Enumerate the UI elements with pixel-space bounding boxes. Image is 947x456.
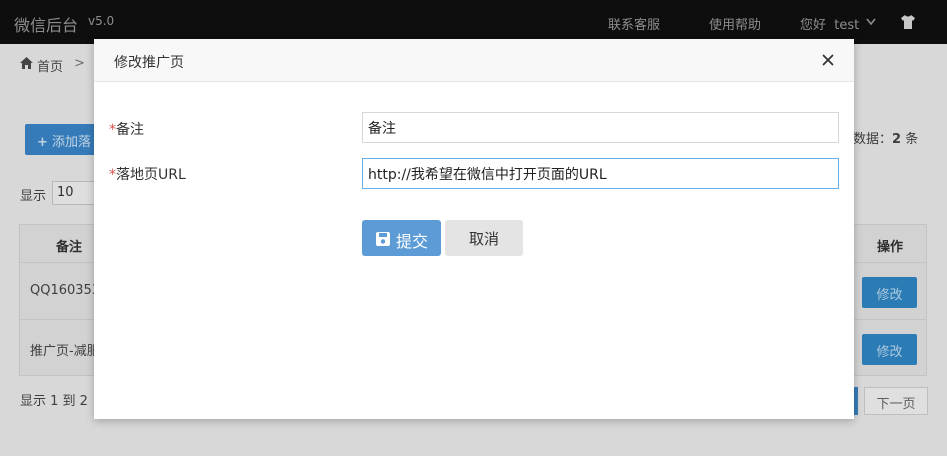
submit-label: 提交	[396, 234, 429, 251]
note-label-text: 备注	[116, 122, 144, 138]
submit-button[interactable]: 提交	[362, 220, 441, 256]
close-icon[interactable]	[820, 52, 836, 68]
note-field-label: *备注	[109, 119, 144, 139]
required-mark: *	[109, 122, 116, 138]
url-label-text: 落地页URL	[116, 167, 186, 183]
dialog-title: 修改推广页	[114, 55, 184, 71]
url-field-label: *落地页URL	[109, 164, 186, 184]
required-mark: *	[109, 167, 116, 183]
save-icon	[376, 232, 390, 246]
dialog-header: 修改推广页	[94, 39, 854, 82]
note-input[interactable]	[362, 112, 839, 143]
landing-url-input[interactable]	[362, 158, 839, 189]
cancel-button[interactable]: 取消	[445, 220, 523, 256]
edit-landing-page-dialog: 修改推广页 *备注 *落地页URL 提交 取消	[94, 39, 854, 419]
